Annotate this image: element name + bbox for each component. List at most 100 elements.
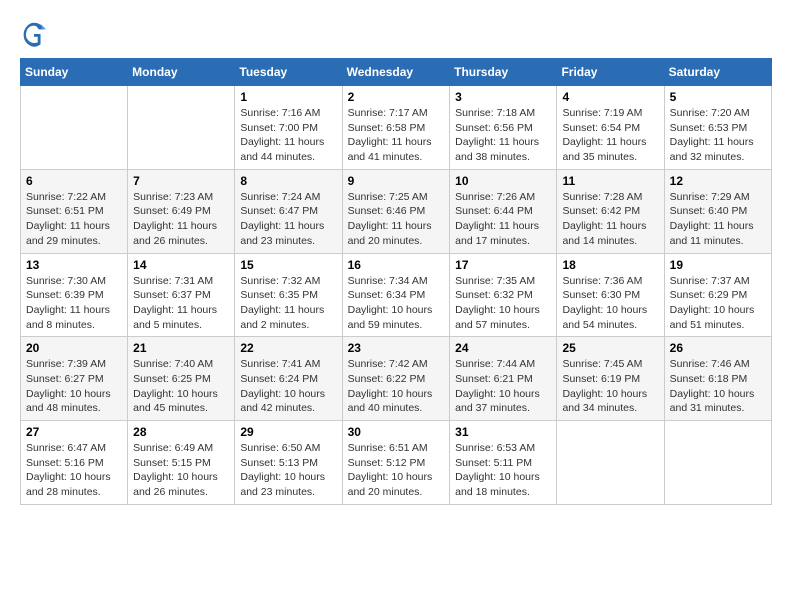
- day-info: Sunrise: 6:53 AM Sunset: 5:11 PM Dayligh…: [455, 441, 551, 500]
- day-number: 16: [348, 258, 445, 272]
- day-info: Sunrise: 7:20 AM Sunset: 6:53 PM Dayligh…: [670, 106, 766, 165]
- day-info: Sunrise: 7:44 AM Sunset: 6:21 PM Dayligh…: [455, 357, 551, 416]
- day-info: Sunrise: 7:19 AM Sunset: 6:54 PM Dayligh…: [562, 106, 658, 165]
- header-day-tuesday: Tuesday: [235, 59, 342, 86]
- day-number: 2: [348, 90, 445, 104]
- day-number: 21: [133, 341, 229, 355]
- calendar-cell: 19Sunrise: 7:37 AM Sunset: 6:29 PM Dayli…: [664, 253, 771, 337]
- calendar-cell: 5 Sunrise: 7:20 AM Sunset: 6:53 PM Daylig…: [664, 86, 771, 170]
- day-info: Sunrise: 7:31 AM Sunset: 6:37 PM Dayligh…: [133, 274, 229, 333]
- calendar-cell: 20 Sunrise: 7:39 AM Sunset: 6:27 PM Dayli…: [21, 337, 128, 421]
- day-info: Sunrise: 6:47 AM Sunset: 5:16 PM Dayligh…: [26, 441, 122, 500]
- day-info: Sunrise: 7:32 AM Sunset: 6:35 PM Dayligh…: [240, 274, 336, 333]
- day-number: 1: [240, 90, 336, 104]
- calendar-header: SundayMondayTuesdayWednesdayThursdayFrid…: [21, 59, 772, 86]
- week-row-0: 1 Sunrise: 7:16 AM Sunset: 7:00 PM Daylig…: [21, 86, 772, 170]
- week-row-3: 20 Sunrise: 7:39 AM Sunset: 6:27 PM Dayli…: [21, 337, 772, 421]
- day-info: Sunrise: 7:16 AM Sunset: 7:00 PM Dayligh…: [240, 106, 336, 165]
- calendar-cell: 1 Sunrise: 7:16 AM Sunset: 7:00 PM Daylig…: [235, 86, 342, 170]
- day-info: Sunrise: 7:24 AM Sunset: 6:47 PM Dayligh…: [240, 190, 336, 249]
- day-info: Sunrise: 6:51 AM Sunset: 5:12 PM Dayligh…: [348, 441, 445, 500]
- day-number: 5: [670, 90, 766, 104]
- calendar-cell: 21 Sunrise: 7:40 AM Sunset: 6:25 PM Dayli…: [128, 337, 235, 421]
- day-info: Sunrise: 7:46 AM Sunset: 6:18 PM Dayligh…: [670, 357, 766, 416]
- calendar-cell: 10 Sunrise: 7:26 AM Sunset: 6:44 PM Dayli…: [450, 169, 557, 253]
- header-day-friday: Friday: [557, 59, 664, 86]
- day-number: 4: [562, 90, 658, 104]
- day-number: 12: [670, 174, 766, 188]
- day-info: Sunrise: 7:37 AM Sunset: 6:29 PM Dayligh…: [670, 274, 766, 333]
- day-number: 8: [240, 174, 336, 188]
- calendar-cell: 28Sunrise: 6:49 AM Sunset: 5:15 PM Dayli…: [128, 421, 235, 505]
- calendar-cell: [557, 421, 664, 505]
- calendar-cell: [664, 421, 771, 505]
- calendar-cell: 18 Sunrise: 7:36 AM Sunset: 6:30 PM Dayli…: [557, 253, 664, 337]
- day-number: 13: [26, 258, 122, 272]
- calendar-cell: 7 Sunrise: 7:23 AM Sunset: 6:49 PM Daylig…: [128, 169, 235, 253]
- header-day-saturday: Saturday: [664, 59, 771, 86]
- week-row-2: 13 Sunrise: 7:30 AM Sunset: 6:39 PM Dayli…: [21, 253, 772, 337]
- header-day-thursday: Thursday: [450, 59, 557, 86]
- day-number: 14: [133, 258, 229, 272]
- calendar-cell: 22Sunrise: 7:41 AM Sunset: 6:24 PM Dayli…: [235, 337, 342, 421]
- logo: [20, 20, 52, 48]
- page-header: [20, 20, 772, 48]
- calendar-cell: 13 Sunrise: 7:30 AM Sunset: 6:39 PM Dayli…: [21, 253, 128, 337]
- day-number: 22: [240, 341, 336, 355]
- calendar-cell: 27 Sunrise: 6:47 AM Sunset: 5:16 PM Dayli…: [21, 421, 128, 505]
- header-day-monday: Monday: [128, 59, 235, 86]
- day-info: Sunrise: 7:29 AM Sunset: 6:40 PM Dayligh…: [670, 190, 766, 249]
- day-info: Sunrise: 7:34 AM Sunset: 6:34 PM Dayligh…: [348, 274, 445, 333]
- calendar-cell: 3Sunrise: 7:18 AM Sunset: 6:56 PM Daylig…: [450, 86, 557, 170]
- day-number: 3: [455, 90, 551, 104]
- day-number: 15: [240, 258, 336, 272]
- day-info: Sunrise: 7:36 AM Sunset: 6:30 PM Dayligh…: [562, 274, 658, 333]
- day-info: Sunrise: 7:26 AM Sunset: 6:44 PM Dayligh…: [455, 190, 551, 249]
- calendar-cell: 31 Sunrise: 6:53 AM Sunset: 5:11 PM Dayli…: [450, 421, 557, 505]
- day-number: 9: [348, 174, 445, 188]
- day-info: Sunrise: 7:40 AM Sunset: 6:25 PM Dayligh…: [133, 357, 229, 416]
- day-number: 6: [26, 174, 122, 188]
- day-number: 17: [455, 258, 551, 272]
- calendar-cell: 14 Sunrise: 7:31 AM Sunset: 6:37 PM Dayli…: [128, 253, 235, 337]
- calendar-cell: 2Sunrise: 7:17 AM Sunset: 6:58 PM Daylig…: [342, 86, 450, 170]
- calendar-cell: 16 Sunrise: 7:34 AM Sunset: 6:34 PM Dayli…: [342, 253, 450, 337]
- day-info: Sunrise: 7:23 AM Sunset: 6:49 PM Dayligh…: [133, 190, 229, 249]
- calendar-table: SundayMondayTuesdayWednesdayThursdayFrid…: [20, 58, 772, 505]
- day-number: 29: [240, 425, 336, 439]
- header-day-wednesday: Wednesday: [342, 59, 450, 86]
- day-info: Sunrise: 7:45 AM Sunset: 6:19 PM Dayligh…: [562, 357, 658, 416]
- day-info: Sunrise: 7:39 AM Sunset: 6:27 PM Dayligh…: [26, 357, 122, 416]
- calendar-cell: 4 Sunrise: 7:19 AM Sunset: 6:54 PM Daylig…: [557, 86, 664, 170]
- calendar-cell: 15 Sunrise: 7:32 AM Sunset: 6:35 PM Dayli…: [235, 253, 342, 337]
- day-number: 11: [562, 174, 658, 188]
- header-day-sunday: Sunday: [21, 59, 128, 86]
- week-row-1: 6 Sunrise: 7:22 AM Sunset: 6:51 PM Daylig…: [21, 169, 772, 253]
- calendar-cell: 30 Sunrise: 6:51 AM Sunset: 5:12 PM Dayli…: [342, 421, 450, 505]
- day-number: 7: [133, 174, 229, 188]
- calendar-cell: [128, 86, 235, 170]
- calendar-cell: 6 Sunrise: 7:22 AM Sunset: 6:51 PM Daylig…: [21, 169, 128, 253]
- calendar-cell: 25Sunrise: 7:45 AM Sunset: 6:19 PM Dayli…: [557, 337, 664, 421]
- day-info: Sunrise: 7:28 AM Sunset: 6:42 PM Dayligh…: [562, 190, 658, 249]
- day-number: 26: [670, 341, 766, 355]
- day-info: Sunrise: 7:25 AM Sunset: 6:46 PM Dayligh…: [348, 190, 445, 249]
- calendar-cell: 29 Sunrise: 6:50 AM Sunset: 5:13 PM Dayli…: [235, 421, 342, 505]
- day-number: 24: [455, 341, 551, 355]
- calendar-cell: [21, 86, 128, 170]
- day-number: 30: [348, 425, 445, 439]
- day-info: Sunrise: 7:30 AM Sunset: 6:39 PM Dayligh…: [26, 274, 122, 333]
- day-info: Sunrise: 7:42 AM Sunset: 6:22 PM Dayligh…: [348, 357, 445, 416]
- calendar-cell: 9 Sunrise: 7:25 AM Sunset: 6:46 PM Daylig…: [342, 169, 450, 253]
- day-number: 18: [562, 258, 658, 272]
- day-info: Sunrise: 7:35 AM Sunset: 6:32 PM Dayligh…: [455, 274, 551, 333]
- logo-icon: [20, 20, 48, 48]
- calendar-cell: 12 Sunrise: 7:29 AM Sunset: 6:40 PM Dayli…: [664, 169, 771, 253]
- day-number: 10: [455, 174, 551, 188]
- day-number: 20: [26, 341, 122, 355]
- day-info: Sunrise: 7:22 AM Sunset: 6:51 PM Dayligh…: [26, 190, 122, 249]
- day-number: 27: [26, 425, 122, 439]
- day-info: Sunrise: 6:50 AM Sunset: 5:13 PM Dayligh…: [240, 441, 336, 500]
- day-number: 31: [455, 425, 551, 439]
- calendar-body: 1 Sunrise: 7:16 AM Sunset: 7:00 PM Daylig…: [21, 86, 772, 505]
